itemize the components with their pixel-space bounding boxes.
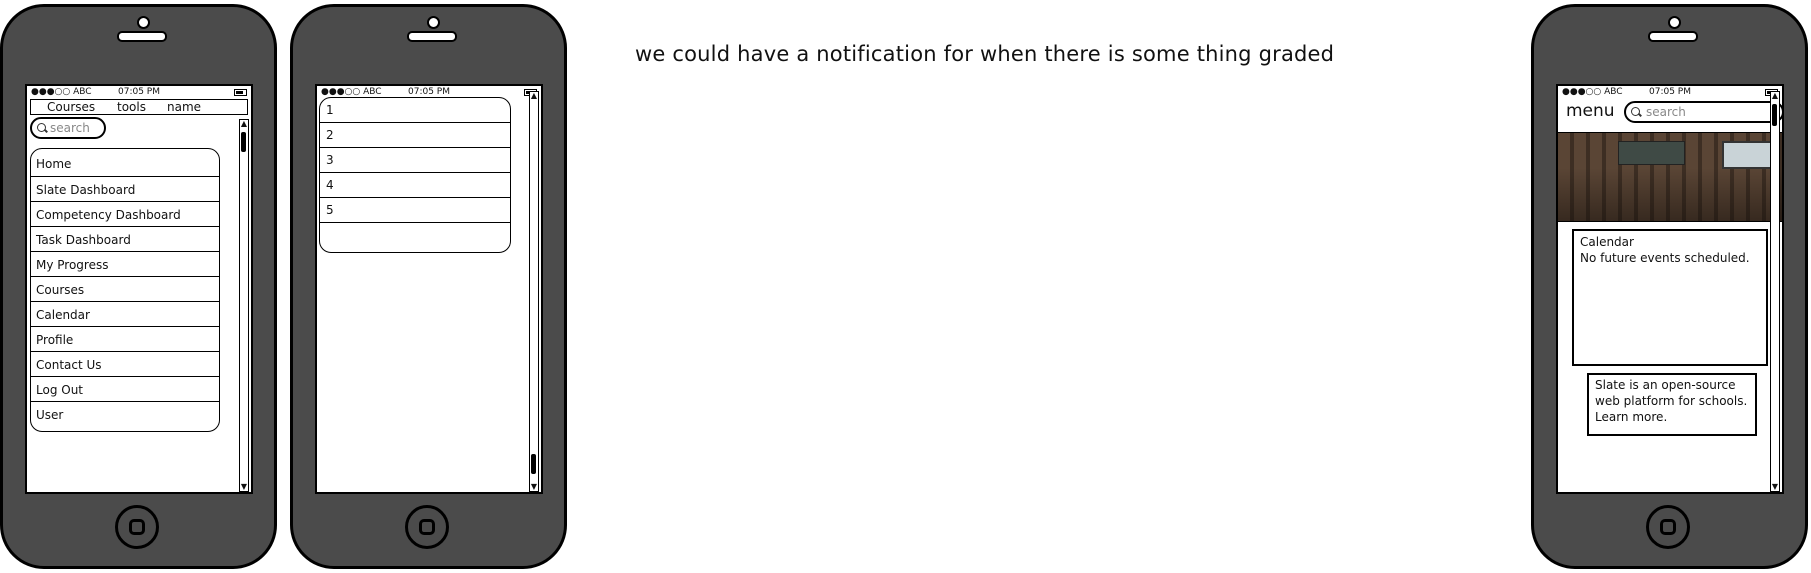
calendar-title: Calendar [1580, 235, 1634, 249]
chalkboard [1618, 141, 1685, 165]
info-panel: Slate is an open-source web platform for… [1587, 373, 1757, 436]
tab-tools[interactable]: tools [117, 100, 146, 114]
home-button[interactable] [115, 505, 159, 549]
phone-mockup-home: ●●●○○ ABC 07:05 PM menu search Calendar … [1531, 4, 1808, 569]
search-placeholder: search [1646, 105, 1686, 119]
learn-more-link[interactable]: Learn more. [1595, 409, 1749, 425]
annotation-note: we could have a notification for when th… [635, 42, 1335, 66]
status-bar: ●●●○○ ABC 07:05 PM [27, 86, 251, 99]
list-item[interactable]: 4 [320, 173, 510, 198]
phone-screen: ●●●○○ ABC 07:05 PM 1 2 3 4 5 ▲ ▼ [315, 84, 543, 494]
scroll-up-icon[interactable]: ▲ [240, 120, 248, 128]
menu-item-home[interactable]: Home [31, 149, 219, 177]
menu-item-courses[interactable]: Courses [31, 277, 219, 302]
search-icon [37, 123, 46, 132]
clock-label: 07:05 PM [118, 87, 160, 97]
numbered-list: 1 2 3 4 5 [319, 97, 511, 253]
list-item[interactable]: 3 [320, 148, 510, 173]
calendar-panel: Calendar No future events scheduled. [1572, 229, 1768, 366]
tab-courses[interactable]: Courses [47, 100, 95, 114]
window [1722, 141, 1774, 169]
menu-item-competency-dashboard[interactable]: Competency Dashboard [31, 202, 219, 227]
scroll-down-icon[interactable]: ▼ [530, 483, 538, 491]
info-line: web platform for schools. [1595, 394, 1748, 408]
home-button[interactable] [1646, 505, 1690, 549]
speaker-icon [117, 31, 167, 42]
scrollbar-thumb[interactable] [531, 454, 536, 474]
carrier-label: ●●●○○ ABC [1562, 87, 1623, 97]
battery-icon [234, 89, 247, 96]
camera-icon [137, 16, 150, 29]
speaker-icon [407, 31, 457, 42]
scrollbar[interactable]: ▲ ▼ [239, 119, 249, 492]
phone-screen: ●●●○○ ABC 07:05 PM Courses tools name se… [25, 84, 253, 494]
tab-bar: Courses tools name [30, 99, 248, 115]
speaker-icon [1648, 31, 1698, 42]
scrollbar-thumb[interactable] [1772, 104, 1777, 126]
home-button[interactable] [405, 505, 449, 549]
list-item[interactable]: 2 [320, 123, 510, 148]
menu-item-my-progress[interactable]: My Progress [31, 252, 219, 277]
camera-icon [1668, 16, 1681, 29]
menu-item-task-dashboard[interactable]: Task Dashboard [31, 227, 219, 252]
navigation-menu: Home Slate Dashboard Competency Dashboar… [30, 148, 220, 432]
menu-item-slate-dashboard[interactable]: Slate Dashboard [31, 177, 219, 202]
classroom-photo [1558, 132, 1782, 222]
menu-item-log-out[interactable]: Log Out [31, 377, 219, 402]
menu-item-calendar[interactable]: Calendar [31, 302, 219, 327]
phone-mockup-menu: ●●●○○ ABC 07:05 PM Courses tools name se… [0, 4, 277, 569]
tab-name[interactable]: name [167, 100, 201, 114]
calendar-text: No future events scheduled. [1580, 251, 1750, 265]
scroll-up-icon[interactable]: ▲ [530, 92, 538, 100]
phone-mockup-list: ●●●○○ ABC 07:05 PM 1 2 3 4 5 ▲ ▼ [290, 4, 567, 569]
menu-item-contact-us[interactable]: Contact Us [31, 352, 219, 377]
scroll-down-icon[interactable]: ▼ [240, 483, 248, 491]
menu-item-user[interactable]: User [31, 402, 219, 427]
camera-icon [427, 16, 440, 29]
search-placeholder: search [50, 121, 90, 135]
list-item[interactable] [320, 223, 510, 248]
scroll-up-icon[interactable]: ▲ [1771, 92, 1779, 100]
scroll-down-icon[interactable]: ▼ [1771, 483, 1779, 491]
menu-button[interactable]: menu [1566, 101, 1615, 121]
search-input[interactable]: search [30, 117, 106, 139]
scrollbar[interactable]: ▲ ▼ [529, 91, 539, 492]
phone-screen: ●●●○○ ABC 07:05 PM menu search Calendar … [1556, 84, 1784, 494]
scrollbar[interactable]: ▲ ▼ [1770, 91, 1780, 492]
list-item[interactable]: 5 [320, 198, 510, 223]
list-item[interactable]: 1 [320, 98, 510, 123]
search-icon [1631, 107, 1640, 116]
carrier-label: ●●●○○ ABC [31, 87, 92, 97]
menu-item-profile[interactable]: Profile [31, 327, 219, 352]
info-line: Slate is an open-source [1595, 378, 1736, 392]
status-bar: ●●●○○ ABC 07:05 PM [1558, 86, 1782, 99]
search-input[interactable]: search [1624, 101, 1782, 123]
scrollbar-thumb[interactable] [241, 132, 246, 152]
clock-label: 07:05 PM [1649, 87, 1691, 97]
